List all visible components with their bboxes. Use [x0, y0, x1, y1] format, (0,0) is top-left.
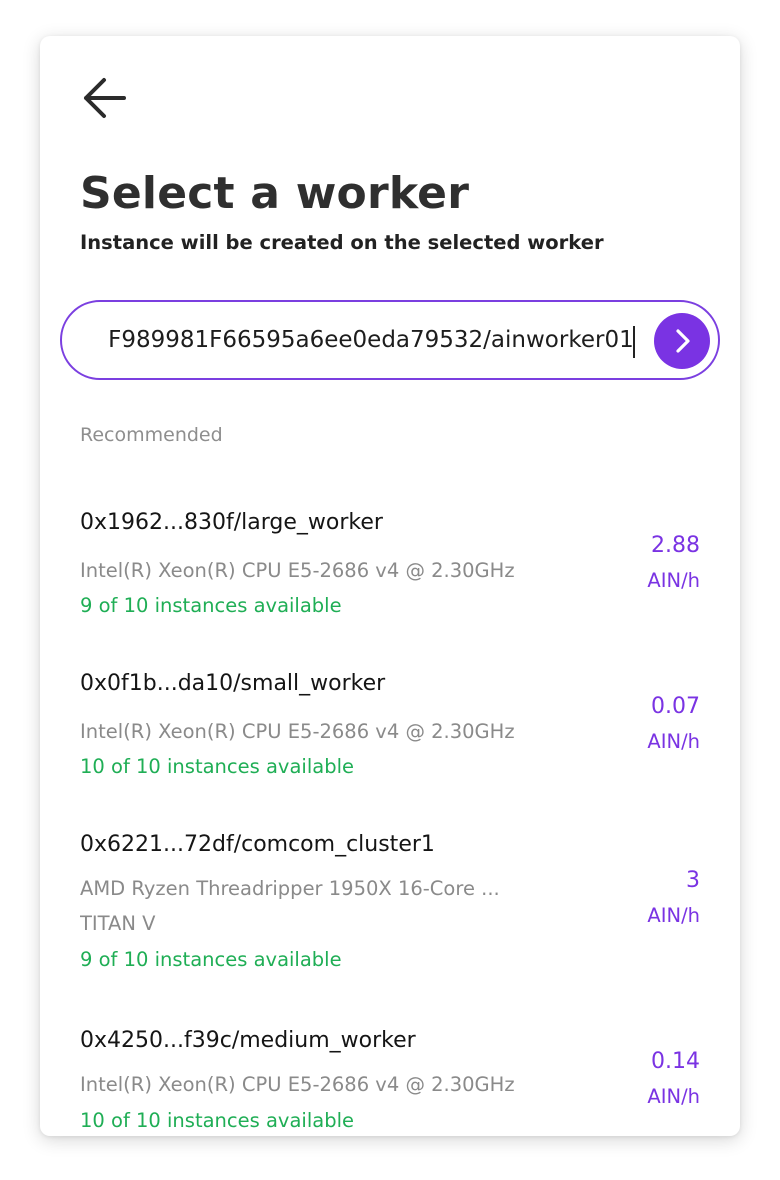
worker-item[interactable]: 0x6221...72df/comcom_cluster1 AMD Ryzen … — [40, 828, 740, 998]
worker-price: 2.88 — [651, 533, 700, 558]
worker-name: 0x0f1b...da10/small_worker — [80, 671, 386, 696]
back-button[interactable] — [78, 74, 130, 122]
worker-name: 0x6221...72df/comcom_cluster1 — [80, 832, 435, 857]
worker-spec: Intel(R) Xeon(R) CPU E5-2686 v4 @ 2.30GH… — [80, 559, 515, 582]
worker-name: 0x1962...830f/large_worker — [80, 510, 383, 535]
worker-availability: 10 of 10 instances available — [80, 1109, 354, 1132]
worker-price-unit: AIN/h — [647, 1085, 700, 1108]
worker-item[interactable]: 0x0f1b...da10/small_worker Intel(R) Xeon… — [40, 667, 740, 807]
worker-item[interactable]: 0x1962...830f/large_worker Intel(R) Xeon… — [40, 506, 740, 646]
worker-price: 0.14 — [651, 1049, 700, 1074]
worker-price-unit: AIN/h — [647, 730, 700, 753]
worker-address-input[interactable] — [110, 320, 634, 360]
recommended-label: Recommended — [80, 424, 223, 446]
worker-name: 0x4250...f39c/medium_worker — [80, 1028, 416, 1053]
worker-price: 0.07 — [651, 694, 700, 719]
worker-selection-panel: Select a worker Instance will be created… — [40, 36, 740, 1136]
worker-availability: 10 of 10 instances available — [80, 755, 354, 778]
text-cursor — [633, 326, 635, 358]
worker-item[interactable]: 0x4250...f39c/medium_worker Intel(R) Xeo… — [40, 1024, 740, 1136]
worker-gpu-spec: TITAN V — [80, 912, 156, 935]
worker-price-unit: AIN/h — [647, 904, 700, 927]
page-title: Select a worker — [80, 168, 470, 219]
worker-availability: 9 of 10 instances available — [80, 594, 342, 617]
worker-search-field[interactable] — [60, 300, 720, 380]
worker-price-unit: AIN/h — [647, 569, 700, 592]
worker-spec: AMD Ryzen Threadripper 1950X 16-Core ... — [80, 877, 500, 900]
chevron-right-icon — [676, 329, 690, 353]
worker-availability: 9 of 10 instances available — [80, 948, 342, 971]
worker-price: 3 — [686, 868, 700, 893]
arrow-left-icon — [84, 78, 126, 118]
worker-spec: Intel(R) Xeon(R) CPU E5-2686 v4 @ 2.30GH… — [80, 720, 515, 743]
submit-button[interactable] — [654, 313, 710, 369]
worker-spec: Intel(R) Xeon(R) CPU E5-2686 v4 @ 2.30GH… — [80, 1073, 515, 1096]
page-subtitle: Instance will be created on the selected… — [80, 231, 604, 254]
